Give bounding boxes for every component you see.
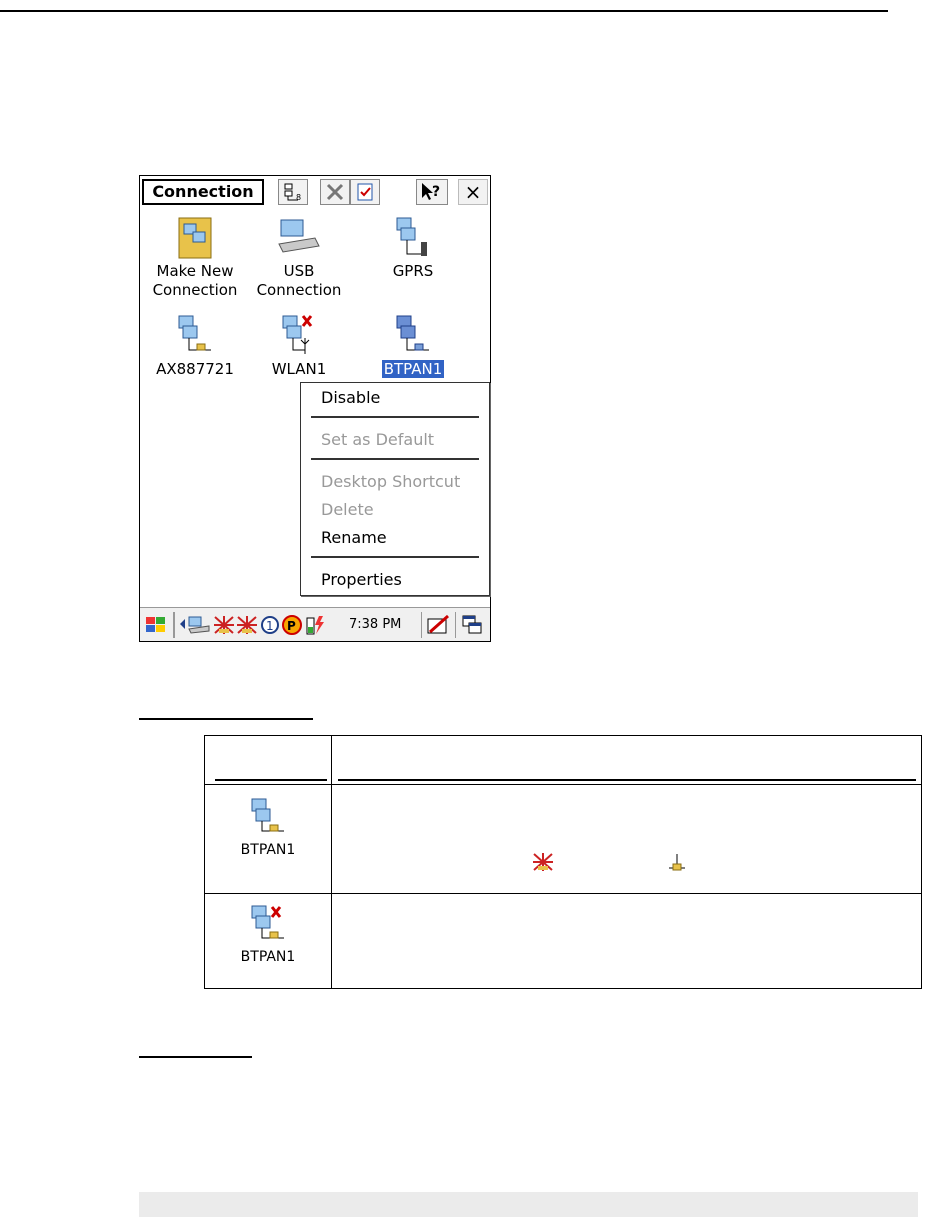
- header-cell-description: [331, 735, 922, 785]
- item-label: WLAN1: [271, 360, 327, 378]
- btpan-connected-icon: [251, 798, 284, 832]
- make-new-connection-icon: [178, 217, 212, 259]
- svg-text:?: ?: [432, 184, 440, 200]
- btpan-connection-icon: [396, 315, 429, 351]
- taskbar-divider: [173, 612, 175, 638]
- header-underline: [338, 779, 916, 781]
- connect-toolbar-button[interactable]: 8: [278, 179, 308, 205]
- table-row: BTPAN1: [204, 893, 922, 989]
- wlan1-connection-item[interactable]: WLAN1: [244, 312, 354, 379]
- windows-start-icon[interactable]: [144, 614, 168, 636]
- table-cell-description: [331, 784, 922, 894]
- clock-time[interactable]: 7:38 PM: [349, 617, 401, 632]
- usb-tray-icon[interactable]: [187, 615, 211, 635]
- item-label: AX887721: [156, 360, 234, 378]
- close-button[interactable]: ×: [458, 179, 488, 205]
- properties-toolbar-button[interactable]: [350, 179, 380, 205]
- table-cell-label: BTPAN1: [240, 949, 296, 965]
- help-button[interactable]: ?: [416, 179, 448, 205]
- btpan-disconnected-icon: [251, 905, 284, 939]
- menu-separator: [311, 458, 479, 460]
- item-label: GPRS: [392, 262, 434, 280]
- btpan1-connection-item[interactable]: BTPAN1: [358, 312, 468, 379]
- close-icon: ×: [464, 180, 482, 204]
- menu-item-set-as-default[interactable]: Set as Default: [321, 430, 434, 450]
- wlan-disconnected-icon: [282, 315, 313, 354]
- context-menu: Disable Set as Default Desktop Shortcut …: [300, 382, 490, 596]
- connection-title[interactable]: Connection: [142, 179, 264, 205]
- menu-item-desktop-shortcut[interactable]: Desktop Shortcut: [321, 472, 460, 492]
- status-icon-table: BTPAN1 BTPAN1: [204, 735, 922, 989]
- window-switch-icon[interactable]: [461, 614, 483, 636]
- device-screenshot: Connection 8 ? × Make New Connection USB…: [139, 175, 491, 642]
- network-connect-icon: 8: [284, 183, 301, 202]
- taskbar-divider: [421, 612, 422, 638]
- svg-text:1: 1: [266, 619, 274, 633]
- table-row: BTPAN1: [204, 784, 922, 894]
- usb-connection-item[interactable]: USB Connection: [244, 214, 354, 300]
- shaded-bar: [139, 1192, 918, 1217]
- network-disconnected-tray-icon[interactable]: [213, 615, 235, 635]
- gprs-connection-item[interactable]: GPRS: [358, 214, 468, 281]
- delete-toolbar-button[interactable]: [320, 179, 350, 205]
- delete-x-icon: [326, 183, 344, 201]
- top-rule: [0, 10, 888, 12]
- ax887721-connection-item[interactable]: AX887721: [140, 312, 250, 379]
- heading-underline: [139, 1056, 252, 1058]
- gprs-connection-icon: [396, 217, 427, 256]
- table-cell-description: [331, 893, 922, 989]
- tray-arrow-icon[interactable]: [180, 619, 186, 629]
- lan-connection-icon: [178, 315, 211, 351]
- taskbar: 1 P 7:38 PM: [140, 607, 490, 641]
- svg-text:8: 8: [296, 193, 301, 202]
- network-disconnected-tray-icon[interactable]: [236, 615, 258, 635]
- menu-item-properties[interactable]: Properties: [321, 570, 402, 590]
- network-connected-inline-icon: [669, 854, 685, 871]
- menu-item-delete[interactable]: Delete: [321, 500, 374, 520]
- input-mode-one-icon[interactable]: 1: [260, 615, 280, 635]
- menu-separator: [311, 556, 479, 558]
- network-disconnected-inline-icon: [533, 853, 553, 871]
- sip-keyboard-icon[interactable]: [426, 614, 450, 636]
- item-label-selected: BTPAN1: [381, 360, 445, 378]
- battery-charging-icon[interactable]: [304, 614, 326, 636]
- table-cell-label: BTPAN1: [240, 842, 296, 858]
- toolbar: Connection 8 ? ×: [140, 176, 490, 209]
- table-cell-icon: BTPAN1: [204, 893, 332, 989]
- svg-text:P: P: [287, 619, 296, 633]
- heading-underline: [139, 718, 313, 720]
- item-label: Make New Connection: [152, 262, 238, 299]
- make-new-connection-item[interactable]: Make New Connection: [140, 214, 250, 300]
- help-pointer-icon: ?: [422, 183, 440, 200]
- power-p-icon[interactable]: P: [282, 615, 302, 635]
- table-cell-icon: BTPAN1: [204, 784, 332, 894]
- menu-separator: [311, 416, 479, 418]
- properties-check-icon: [357, 183, 373, 201]
- menu-item-disable[interactable]: Disable: [321, 388, 380, 408]
- header-underline: [215, 779, 327, 781]
- usb-connection-icon: [278, 219, 320, 253]
- table-header-row: [204, 735, 922, 785]
- header-cell-icon: [204, 735, 332, 785]
- item-label: USB Connection: [256, 262, 342, 299]
- menu-item-rename[interactable]: Rename: [321, 528, 387, 548]
- taskbar-divider: [455, 612, 456, 638]
